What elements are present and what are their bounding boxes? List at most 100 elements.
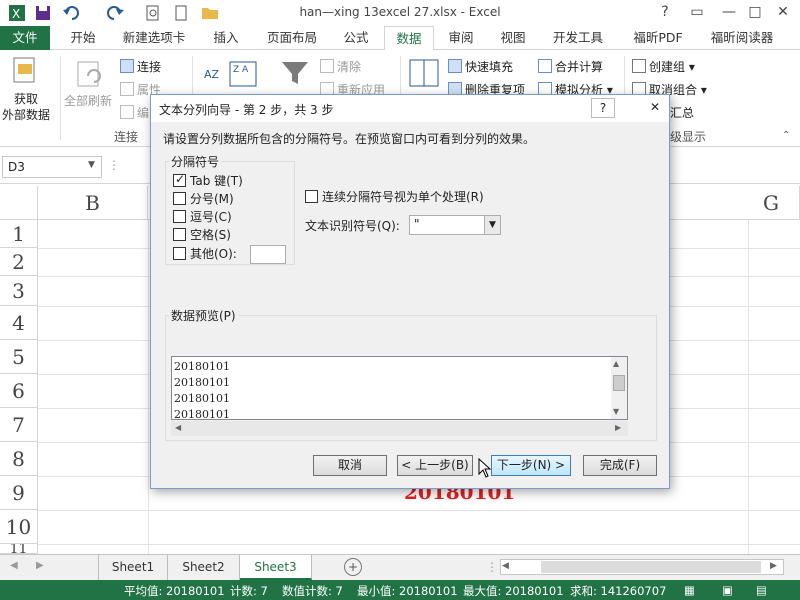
tab-checkbox[interactable]: Tab 键(T) — [173, 172, 243, 189]
cancel-button[interactable]: 取消 — [313, 455, 387, 476]
tab-data[interactable]: 数据 — [384, 26, 434, 51]
row-header-8[interactable]: 8 — [0, 442, 38, 476]
tab-file[interactable]: 文件 — [0, 26, 50, 50]
comma-checkbox[interactable]: 逗号(C) — [173, 208, 232, 225]
semicolon-checkbox[interactable]: 分号(M) — [173, 190, 234, 207]
consecutive-checkbox[interactable]: 连续分隔符号视为单个处理(R) — [305, 188, 484, 205]
tab-split-handle[interactable]: ⋮ — [486, 560, 498, 574]
subtotal-button[interactable]: 汇总 — [670, 104, 694, 121]
refresh-all-button[interactable]: 全部刷新 — [64, 92, 112, 109]
tab-insert[interactable]: 插入 — [200, 26, 252, 50]
edit-links-button[interactable]: 编 — [120, 104, 149, 121]
row-header-3[interactable]: 3 — [0, 276, 38, 306]
column-header-g[interactable]: G — [748, 186, 800, 220]
column-header-b[interactable]: B — [38, 186, 148, 220]
properties-icon — [120, 82, 134, 96]
clear-filter-button[interactable]: 清除 — [320, 58, 361, 75]
group-icon — [632, 59, 646, 73]
semicolon-checkbox-label: 分号(M) — [190, 192, 234, 206]
other-checkbox-box[interactable] — [173, 247, 186, 260]
tab-formulas[interactable]: 公式 — [332, 26, 380, 50]
scroll-right-arrow-icon[interactable]: ▶ — [770, 561, 777, 571]
preview-vertical-scrollbar[interactable]: ▲ ▼ — [611, 357, 627, 419]
ribbon-display-button[interactable]: ▭ — [682, 2, 712, 24]
comma-checkbox-box[interactable] — [173, 210, 186, 223]
qualifier-dropdown-icon[interactable]: ▼ — [484, 216, 500, 234]
dialog-help-button[interactable]: ? — [591, 98, 615, 118]
tab-page-layout[interactable]: 页面布局 — [256, 26, 328, 50]
row-header-9[interactable]: 9 — [0, 476, 38, 510]
scroll-left-arrow-icon[interactable]: ◀ — [502, 561, 509, 571]
tab-home[interactable]: 开始 — [58, 26, 108, 50]
row-header-10[interactable]: 10 — [0, 510, 38, 544]
sheet-tab-2[interactable]: Sheet2 — [168, 555, 240, 580]
data-preview[interactable]: 20180101 20180101 20180101 20180101 ▲ ▼ — [171, 356, 628, 420]
status-numeric-count: 数值计数: 7 — [282, 584, 343, 598]
horizontal-scrollbar[interactable] — [500, 559, 784, 575]
add-sheet-icon[interactable]: + — [344, 558, 362, 576]
space-checkbox-label: 空格(S) — [190, 228, 231, 242]
help-button[interactable]: ? — [650, 2, 680, 24]
connections-button[interactable]: 连接 — [120, 58, 161, 75]
scroll-sheet-right-icon[interactable]: ▶ — [36, 560, 44, 571]
tab-view[interactable]: 视图 — [490, 26, 536, 50]
get-external-data-icon — [13, 57, 35, 83]
row-header-11[interactable]: 11 — [0, 544, 38, 554]
dialog-close-button[interactable]: ✕ — [643, 98, 667, 118]
name-box[interactable]: D3 — [2, 156, 102, 178]
next-button[interactable]: 下一步(N) > — [491, 455, 571, 476]
other-checkbox[interactable]: 其他(O): — [173, 245, 237, 262]
row-header-5[interactable]: 5 — [0, 340, 38, 374]
qualifier-select[interactable]: " ▼ — [409, 215, 501, 235]
finish-button[interactable]: 完成(F) — [583, 455, 657, 476]
flash-fill-button[interactable]: 快速填充 — [448, 58, 513, 75]
back-button[interactable]: < 上一步(B) — [397, 455, 473, 476]
scroll-sheet-left-icon[interactable]: ◀ — [10, 560, 18, 571]
tab-developer[interactable]: 开发工具 — [540, 26, 616, 50]
sheet-tabs-bar: ◀ ▶ Sheet1 Sheet2 Sheet3 + ⋮ ◀ ▶ — [0, 554, 800, 580]
select-all-corner[interactable] — [0, 186, 38, 220]
sort-icon[interactable]: AZ Z A — [200, 58, 264, 88]
get-external-data-label2: 外部数据 — [2, 108, 51, 122]
row-header-7[interactable]: 7 — [0, 408, 38, 442]
tab-checkbox-box[interactable] — [173, 172, 186, 187]
get-external-data-button[interactable]: 获取 — [14, 90, 38, 107]
close-button[interactable]: ✕ — [768, 2, 798, 24]
row-header-6[interactable]: 6 — [0, 374, 38, 408]
preview-scroll-right-icon[interactable]: ▶ — [615, 423, 621, 432]
preview-horizontal-scrollbar[interactable]: ◀ ▶ — [171, 421, 628, 436]
preview-scroll-left-icon[interactable]: ◀ — [175, 423, 181, 432]
normal-view-icon[interactable]: ▦ — [684, 583, 695, 597]
semicolon-checkbox-box[interactable] — [173, 192, 186, 205]
horizontal-scroll-thumb[interactable] — [541, 561, 761, 573]
maximize-button[interactable]: □ — [740, 2, 770, 24]
row-header-1[interactable]: 1 — [0, 220, 38, 248]
row-header-2[interactable]: 2 — [0, 248, 38, 276]
filter-icon[interactable] — [280, 58, 310, 88]
sheet-tab-3[interactable]: Sheet3 — [240, 555, 312, 580]
delimiters-legend: 分隔符号 — [169, 153, 222, 170]
group-button[interactable]: 创建组 ▾ — [632, 58, 695, 75]
preview-vscroll-thumb[interactable] — [613, 375, 625, 391]
space-checkbox[interactable]: 空格(S) — [173, 226, 231, 243]
preview-scroll-up-icon[interactable]: ▲ — [613, 359, 619, 368]
tab-new[interactable]: 新建选项卡 — [112, 26, 196, 50]
page-layout-view-icon[interactable]: ▣ — [722, 583, 733, 597]
status-min: 最小值: 20180101 — [357, 584, 458, 598]
collapse-ribbon-icon[interactable]: ⌃ — [782, 130, 790, 141]
dialog-title-bar: 文本分列向导 - 第 2 步，共 3 步 ? ✕ — [151, 95, 669, 122]
preview-scroll-down-icon[interactable]: ▼ — [613, 407, 619, 416]
row-header-4[interactable]: 4 — [0, 306, 38, 340]
consecutive-checkbox-box[interactable] — [305, 190, 318, 203]
consolidate-button[interactable]: 合并计算 — [538, 58, 603, 75]
space-checkbox-box[interactable] — [173, 228, 186, 241]
page-break-view-icon[interactable]: ▤ — [756, 583, 767, 597]
status-average: 平均值: 20180101 — [124, 584, 225, 598]
tab-review[interactable]: 审阅 — [438, 26, 484, 50]
sheet-tab-1[interactable]: Sheet1 — [98, 555, 168, 580]
tab-foxit-pdf[interactable]: 福昕PDF — [620, 26, 696, 50]
tab-foxit-reader[interactable]: 福昕阅读器 — [700, 26, 784, 50]
text-to-columns-icon[interactable] — [408, 58, 440, 88]
other-delimiter-input[interactable] — [250, 245, 286, 264]
name-box-dropdown-icon[interactable]: ▼ — [88, 160, 95, 170]
